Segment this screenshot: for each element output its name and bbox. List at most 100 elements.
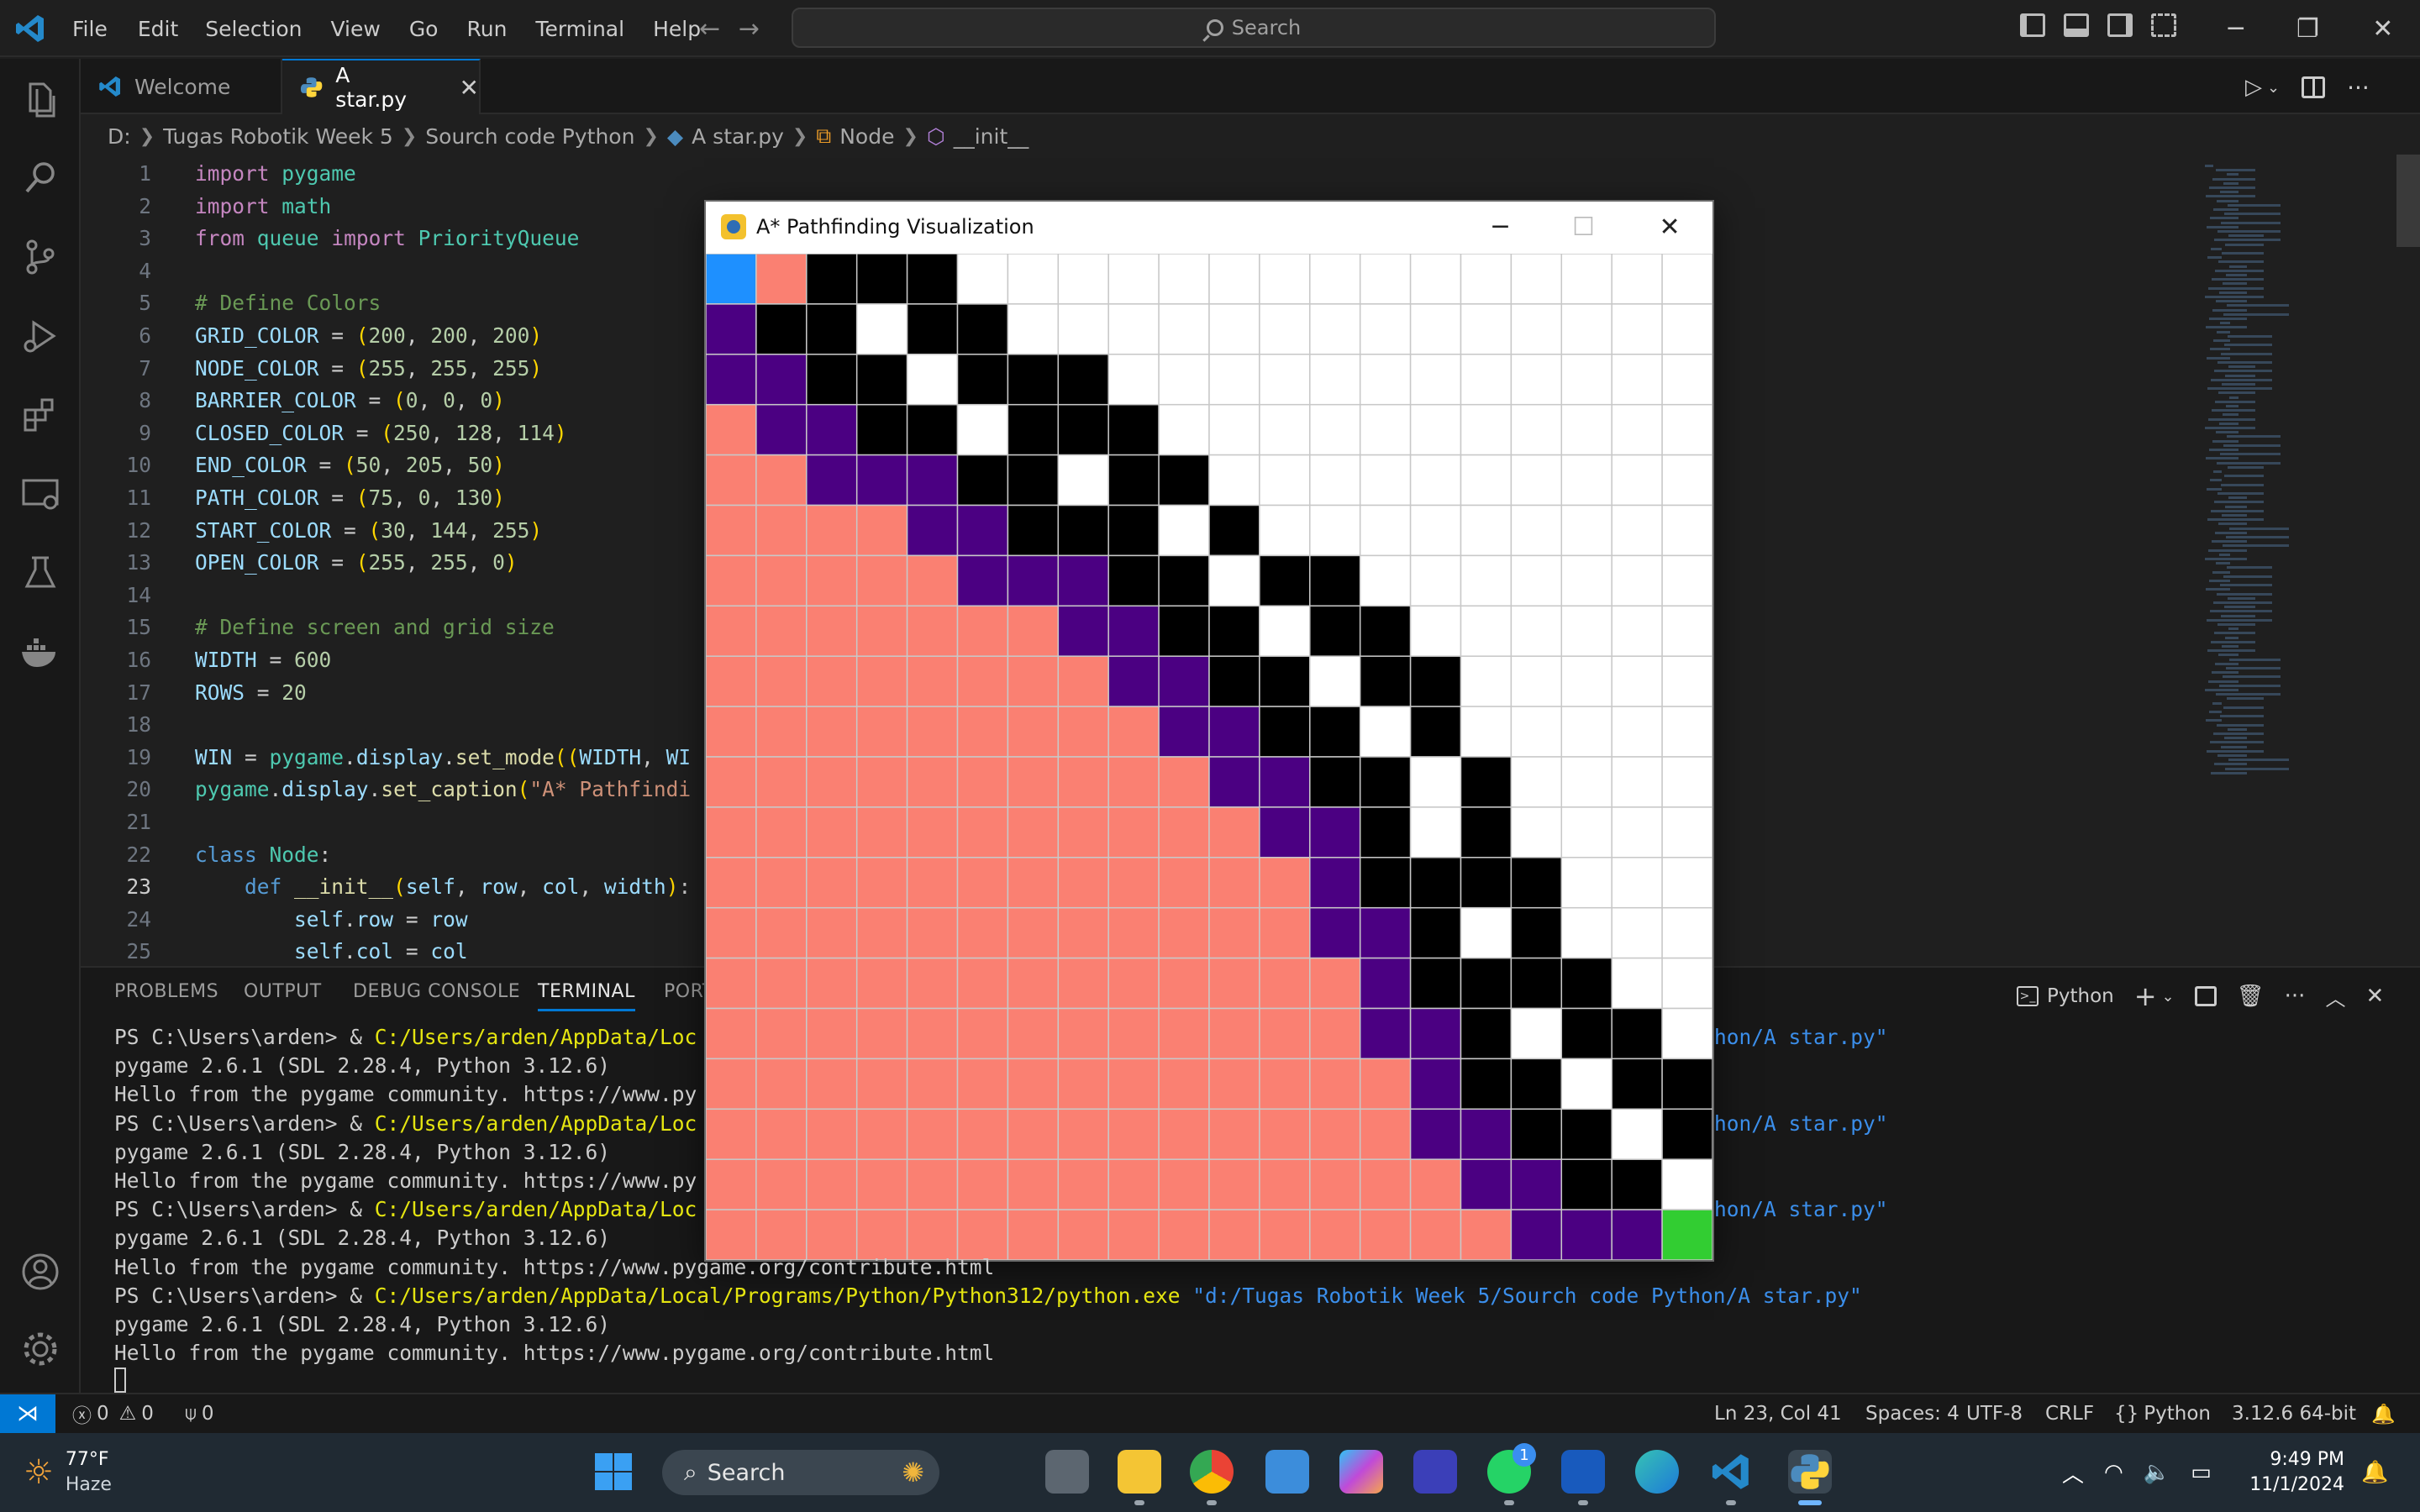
close-icon[interactable]: ✕ xyxy=(1660,213,1681,242)
barrier-node[interactable] xyxy=(1107,554,1160,607)
path-node[interactable] xyxy=(1057,554,1109,607)
path-node[interactable] xyxy=(1158,706,1210,758)
closed-node[interactable] xyxy=(806,806,858,858)
closed-node[interactable] xyxy=(855,706,908,758)
closed-node[interactable] xyxy=(706,1108,757,1160)
barrier-node[interactable] xyxy=(1007,504,1060,557)
empty-node[interactable] xyxy=(1510,706,1563,758)
cursor-position[interactable]: Ln 23, Col 41 xyxy=(1714,1394,1842,1433)
closed-node[interactable] xyxy=(706,806,757,858)
closed-node[interactable] xyxy=(1007,1209,1060,1260)
closed-node[interactable] xyxy=(1409,1158,1462,1210)
empty-node[interactable] xyxy=(1611,303,1663,355)
empty-node[interactable] xyxy=(1510,605,1563,657)
path-node[interactable] xyxy=(1611,1209,1663,1260)
barrier-node[interactable] xyxy=(1259,554,1311,607)
closed-node[interactable] xyxy=(1259,1209,1311,1260)
empty-node[interactable] xyxy=(1359,454,1412,507)
empty-node[interactable] xyxy=(1510,756,1563,808)
tab-terminal[interactable]: TERMINAL xyxy=(538,981,635,1011)
closed-node[interactable] xyxy=(706,1007,757,1060)
closed-node[interactable] xyxy=(1007,706,1060,758)
barrier-node[interactable] xyxy=(1107,454,1160,507)
closed-node[interactable] xyxy=(1107,806,1160,858)
barrier-node[interactable] xyxy=(1309,605,1361,657)
microsoft-store-icon[interactable] xyxy=(1265,1450,1309,1494)
closed-node[interactable] xyxy=(755,1108,808,1160)
taskbar-search[interactable]: ⌕ Search ✺ xyxy=(662,1450,939,1495)
path-node[interactable] xyxy=(1208,756,1260,808)
closed-node[interactable] xyxy=(1107,756,1160,808)
empty-node[interactable] xyxy=(1560,655,1612,707)
empty-node[interactable] xyxy=(1158,303,1210,355)
pygame-titlebar[interactable]: A* Pathfinding Visualization ─ ☐ ✕ xyxy=(706,202,1712,252)
closed-node[interactable] xyxy=(1158,756,1210,808)
barrier-node[interactable] xyxy=(755,303,808,355)
closed-node[interactable] xyxy=(1107,1158,1160,1210)
closed-node[interactable] xyxy=(1309,1209,1361,1260)
empty-node[interactable] xyxy=(1007,254,1060,305)
path-node[interactable] xyxy=(1510,1209,1563,1260)
empty-node[interactable] xyxy=(1107,254,1160,305)
path-node[interactable] xyxy=(906,504,959,557)
closed-node[interactable] xyxy=(1007,1058,1060,1110)
empty-node[interactable] xyxy=(1309,303,1361,355)
closed-node[interactable] xyxy=(1007,857,1060,909)
closed-node[interactable] xyxy=(1158,1209,1210,1260)
barrier-node[interactable] xyxy=(1359,806,1412,858)
weather-widget[interactable]: ☼ 77°F Haze xyxy=(24,1433,112,1512)
barrier-node[interactable] xyxy=(1560,1158,1612,1210)
empty-node[interactable] xyxy=(1560,254,1612,305)
customize-layout-icon[interactable] xyxy=(2151,13,2176,37)
empty-node[interactable] xyxy=(1409,403,1462,456)
closed-node[interactable] xyxy=(956,1058,1009,1110)
empty-node[interactable] xyxy=(1309,254,1361,305)
maximize-panel-icon[interactable]: ︿ xyxy=(2325,982,2345,1011)
closed-node[interactable] xyxy=(755,857,808,909)
empty-node[interactable] xyxy=(1259,303,1311,355)
closed-node[interactable] xyxy=(855,655,908,707)
closed-node[interactable] xyxy=(706,957,757,1010)
closed-node[interactable] xyxy=(706,1058,757,1110)
closed-node[interactable] xyxy=(1259,857,1311,909)
volume-icon[interactable]: 🔈 xyxy=(2144,1460,2170,1485)
barrier-node[interactable] xyxy=(1460,1058,1512,1110)
closed-node[interactable] xyxy=(755,806,808,858)
empty-node[interactable] xyxy=(1661,906,1712,959)
breadcrumb-folder[interactable]: Tugas Robotik Week 5 xyxy=(163,124,393,149)
closed-node[interactable] xyxy=(855,1108,908,1160)
empty-node[interactable] xyxy=(1661,354,1712,406)
closed-node[interactable] xyxy=(906,605,959,657)
chevron-down-icon[interactable]: ⌄ xyxy=(2267,79,2280,97)
empty-node[interactable] xyxy=(1208,554,1260,607)
closed-node[interactable] xyxy=(906,1058,959,1110)
empty-node[interactable] xyxy=(855,303,908,355)
empty-node[interactable] xyxy=(1158,504,1210,557)
empty-node[interactable] xyxy=(1259,504,1311,557)
menu-go[interactable]: Go xyxy=(409,17,439,41)
closed-node[interactable] xyxy=(855,756,908,808)
closed-node[interactable] xyxy=(1158,1058,1210,1110)
empty-node[interactable] xyxy=(1359,254,1412,305)
extensions-icon[interactable] xyxy=(18,393,62,437)
empty-node[interactable] xyxy=(1661,756,1712,808)
closed-node[interactable] xyxy=(755,756,808,808)
vscode-taskbar-icon[interactable] xyxy=(1709,1450,1753,1494)
empty-node[interactable] xyxy=(1409,605,1462,657)
closed-node[interactable] xyxy=(1309,957,1361,1010)
empty-node[interactable] xyxy=(1661,857,1712,909)
empty-node[interactable] xyxy=(1409,303,1462,355)
empty-node[interactable] xyxy=(1460,655,1512,707)
show-hidden-icons-chevron-icon[interactable]: ︿ xyxy=(2062,1457,2084,1488)
closed-node[interactable] xyxy=(956,957,1009,1010)
python-interpreter[interactable]: 3.12.6 64-bit xyxy=(2232,1394,2356,1433)
closed-node[interactable] xyxy=(1057,1158,1109,1210)
closed-node[interactable] xyxy=(1359,1158,1412,1210)
closed-node[interactable] xyxy=(855,1007,908,1060)
more-actions-icon[interactable]: ··· xyxy=(2285,984,2306,1009)
barrier-node[interactable] xyxy=(1359,857,1412,909)
clock[interactable]: 9:49 PM 11/1/2024 xyxy=(2245,1433,2344,1512)
empty-node[interactable] xyxy=(1560,1058,1612,1110)
barrier-node[interactable] xyxy=(1259,706,1311,758)
barrier-node[interactable] xyxy=(1409,655,1462,707)
